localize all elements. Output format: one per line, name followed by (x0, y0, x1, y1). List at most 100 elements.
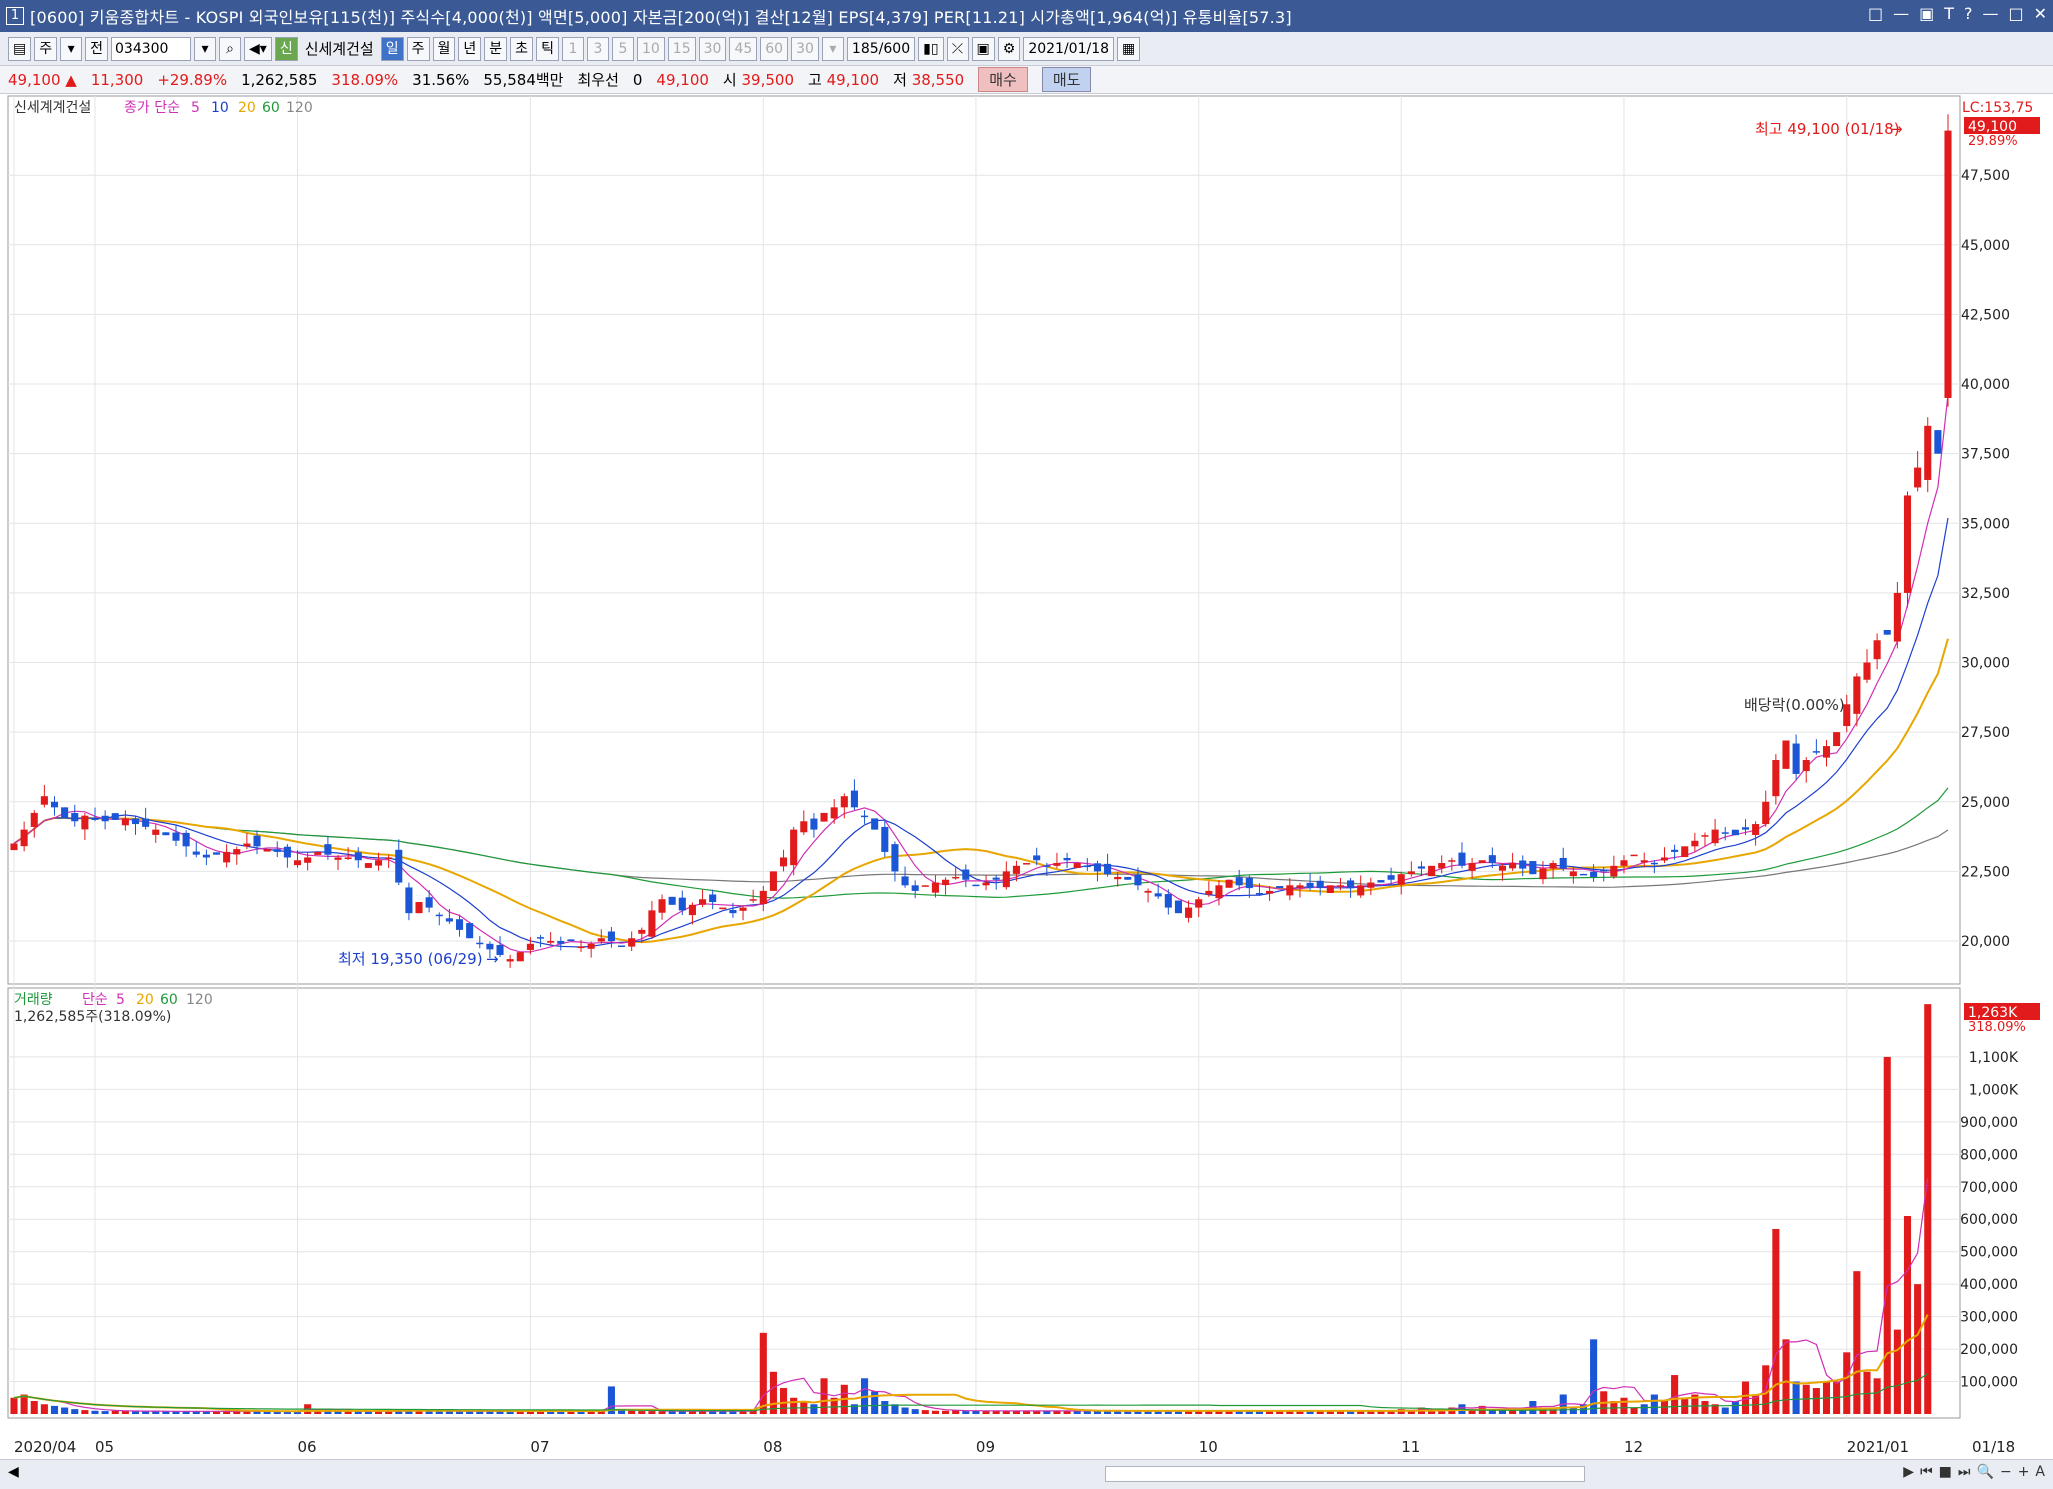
tab-month[interactable]: 월 (432, 36, 456, 61)
time-tick-label: 11 (1401, 1438, 1420, 1456)
minimize-panel-icon[interactable]: — (1893, 4, 1909, 23)
candle-body (962, 869, 970, 880)
shin-badge: 신 (274, 36, 298, 61)
volume-bar (1883, 1056, 1891, 1414)
type-button[interactable]: 전 (85, 36, 109, 61)
sell-button[interactable]: 매도 (1041, 67, 1092, 92)
tab-week[interactable]: 주 (406, 36, 430, 61)
zoom-out-icon[interactable]: − (2000, 1464, 2012, 1480)
time-tick-label: 2020/04 (14, 1438, 76, 1456)
candle-body (658, 899, 666, 913)
restore-icon[interactable]: □ (1868, 4, 1883, 23)
volume-bar (1792, 1381, 1800, 1414)
candle-body (1600, 869, 1608, 872)
scroll-left-icon[interactable]: ◀ (8, 1464, 19, 1480)
volume-bar (1812, 1388, 1820, 1414)
tab-tick[interactable]: 틱 (536, 36, 559, 61)
volume-bar (50, 1405, 59, 1414)
play-icon[interactable]: ▶ (1903, 1464, 1914, 1480)
tab-year[interactable]: 년 (458, 36, 482, 61)
gear-icon[interactable]: ⚙ (997, 36, 1021, 61)
candle-body (587, 943, 595, 949)
save-icon[interactable]: ▣ (971, 36, 995, 61)
volume-bar (628, 1410, 636, 1414)
speaker-icon[interactable]: ◀▾ (244, 36, 272, 61)
candle-body (942, 879, 950, 885)
interval-1[interactable]: 1 (561, 36, 584, 61)
zoom-icon[interactable]: 🔍 (1977, 1464, 1994, 1480)
interval-30[interactable]: 30 (698, 36, 727, 61)
forward-icon[interactable]: ⏭ (1958, 1464, 1971, 1480)
horizontal-scrollbar[interactable]: ◀ ▶ ⏮ ■ ⏭ 🔍 − + A (0, 1459, 2053, 1489)
volume-bar (1853, 1271, 1861, 1414)
minimize-button[interactable]: — (1982, 4, 1998, 23)
candle-body (1488, 855, 1496, 864)
interval-15[interactable]: 15 (667, 36, 696, 61)
tab-minute[interactable]: 분 (484, 36, 508, 61)
stop-icon[interactable]: ■ (1939, 1464, 1952, 1480)
candle-body (1721, 832, 1729, 834)
candle-body (536, 937, 545, 939)
code-dropdown-icon[interactable]: ▾ (194, 36, 217, 61)
close-button[interactable]: ✕ (2034, 4, 2047, 23)
volume-bar (931, 1410, 939, 1414)
volume-bar (921, 1410, 929, 1414)
interval-custom[interactable]: 30 (791, 36, 819, 61)
candle-body (871, 818, 879, 830)
candle-body (324, 844, 332, 855)
layout-menu-icon[interactable]: ▤ (8, 36, 32, 61)
price-tick-label: 37,500 (1961, 447, 2010, 463)
stock-chart[interactable]: 20,000 22,500 25,000 27,500 30,000 32,500 35,0… (0, 94, 2053, 1459)
tab-day[interactable]: 일 (380, 36, 404, 61)
volume-bar (790, 1397, 798, 1414)
candle-body (769, 871, 777, 891)
search-icon[interactable]: ⌕ (219, 36, 242, 61)
interval-dropdown-icon[interactable]: ▾ (821, 36, 844, 61)
volume-tick-label: 200,000 (1960, 1342, 2018, 1358)
current-price: 49,100 ▲ (8, 70, 77, 89)
maximize-button[interactable]: □ (2008, 4, 2023, 23)
candle-type-icon[interactable]: ▮▯ (918, 36, 944, 61)
text-icon[interactable]: T (1944, 4, 1954, 23)
candle-body (1377, 880, 1385, 883)
indicator-icon[interactable]: ⤫ (946, 36, 969, 61)
interval-3[interactable]: 3 (586, 36, 609, 61)
candle-body (1671, 849, 1679, 852)
low-annotation: 최저 19,350 (06/29) (338, 950, 483, 968)
font-size-icon[interactable]: A (2035, 1464, 2045, 1480)
interval-5[interactable]: 5 (611, 36, 634, 61)
candle-body (1438, 863, 1446, 869)
buy-button[interactable]: 매수 (978, 67, 1028, 92)
candle-body (931, 882, 939, 893)
candle-body (131, 818, 140, 825)
rewind-icon[interactable]: ⏮ (1920, 1464, 1933, 1480)
candle-body (719, 907, 727, 910)
volume-bar (1893, 1329, 1901, 1414)
candle-body (1914, 467, 1922, 488)
stock-code-input[interactable]: 034300 (111, 36, 192, 61)
calendar-icon[interactable]: ▦ (1117, 36, 1141, 61)
volume-bar (30, 1401, 38, 1414)
candle-body (1154, 893, 1162, 897)
chevron-down-icon[interactable]: ▾ (60, 36, 83, 61)
volume-title: 거래량 (14, 992, 53, 1008)
date-input[interactable]: 2021/01/18 (1023, 36, 1115, 61)
candle-body (466, 923, 474, 939)
candle-body (1225, 879, 1233, 888)
interval-45[interactable]: 45 (729, 36, 758, 61)
layout-icon[interactable]: ▣ (1919, 4, 1934, 23)
candle-body (1245, 877, 1253, 889)
count-input[interactable]: 185/600 (846, 36, 916, 61)
period-select[interactable]: 주 (34, 36, 58, 61)
interval-60[interactable]: 60 (760, 36, 789, 61)
volume-bar (10, 1397, 18, 1414)
candle-body (405, 887, 413, 914)
interval-10[interactable]: 10 (636, 36, 665, 61)
candle-body (617, 945, 626, 947)
chart-area[interactable]: 20,000 22,500 25,000 27,500 30,000 32,500 35,0… (0, 94, 2053, 1463)
help-icon[interactable]: ? (1964, 4, 1973, 23)
scroll-thumb[interactable] (1105, 1466, 1585, 1482)
volume-tick-label: 1,000K (1969, 1082, 2019, 1098)
zoom-in-icon[interactable]: + (2018, 1464, 2030, 1480)
tab-second[interactable]: 초 (510, 36, 534, 61)
